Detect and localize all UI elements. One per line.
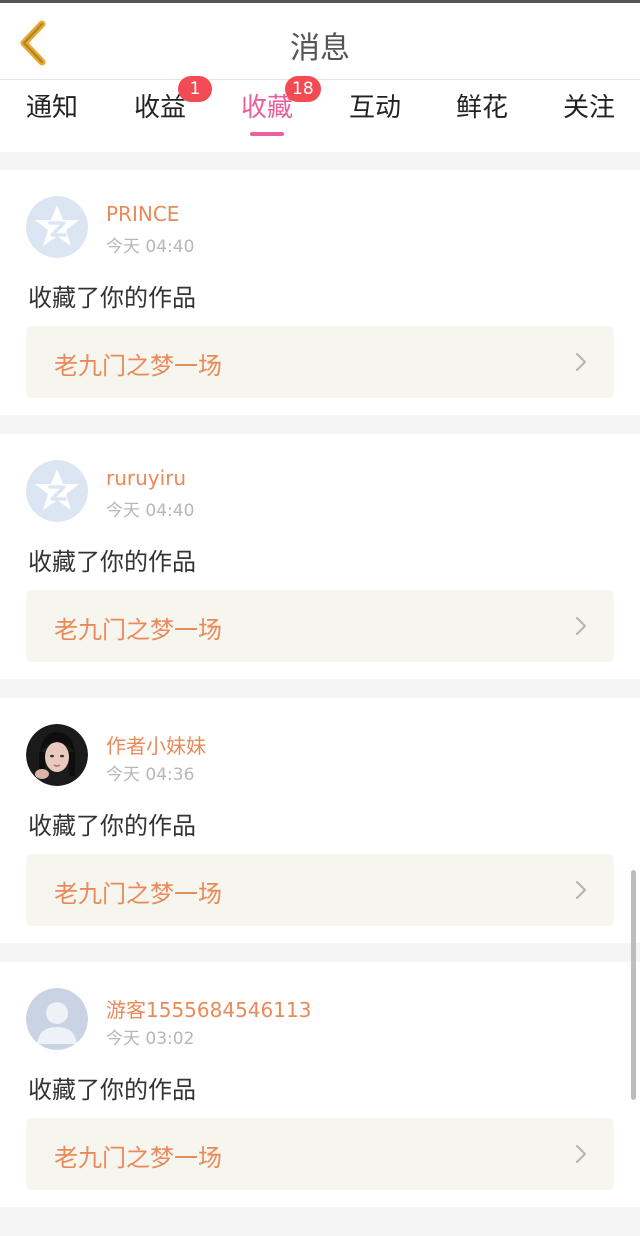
list-item: PRINCE 今天 04:40 收藏了你的作品 老九门之梦一场 (0, 170, 640, 415)
avatar[interactable] (26, 196, 88, 258)
timestamp: 今天 04:40 (106, 501, 195, 521)
work-link[interactable]: 老九门之梦一场 (26, 854, 614, 926)
tab-bar: 通知 收益 1 收藏 18 互动 鲜花 关注 (0, 76, 640, 152)
timestamp: 今天 03:02 (106, 1029, 195, 1049)
work-link[interactable]: 老九门之梦一场 (26, 326, 614, 398)
timestamp: 今天 04:40 (106, 237, 195, 257)
work-link[interactable]: 老九门之梦一场 (26, 590, 614, 662)
user-photo-avatar-icon (26, 724, 88, 786)
page-title: 消息 (290, 31, 350, 66)
activity-text: 收藏了你的作品 (28, 548, 196, 576)
timestamp: 今天 04:36 (106, 765, 195, 785)
unread-badge: 18 (285, 76, 321, 102)
username-link[interactable]: PRINCE (106, 202, 179, 226)
list-item: ruruyiru 今天 04:40 收藏了你的作品 老九门之梦一场 (0, 434, 640, 679)
chevron-right-icon (575, 352, 587, 372)
tab-label: 关注 (563, 93, 616, 123)
work-title: 老九门之梦一场 (54, 880, 222, 908)
unread-badge: 1 (178, 76, 212, 102)
tab-favorites[interactable]: 收藏 18 (241, 76, 321, 144)
list-item: 作者小妹妹 今天 04:36 收藏了你的作品 老九门之梦一场 (0, 698, 640, 943)
tab-label: 通知 (26, 93, 79, 123)
avatar[interactable] (26, 460, 88, 522)
tab-earnings[interactable]: 收益 1 (134, 76, 212, 144)
list-item: 游客1555684546113 今天 03:02 收藏了你的作品 老九门之梦一场 (0, 962, 640, 1207)
chevron-right-icon (575, 1144, 587, 1164)
avatar[interactable] (26, 988, 88, 1050)
chevron-right-icon (575, 616, 587, 636)
tab-label: 鲜花 (456, 93, 509, 123)
tab-follows[interactable]: 关注 (563, 92, 615, 144)
work-link[interactable]: 老九门之梦一场 (26, 1118, 614, 1190)
tab-label: 收益 (134, 93, 187, 123)
username-link[interactable]: 游客1555684546113 (106, 994, 311, 1023)
qq-default-avatar-icon (26, 460, 88, 522)
tab-interactions[interactable]: 互动 (349, 92, 401, 144)
avatar[interactable] (26, 724, 88, 786)
tab-label: 互动 (349, 93, 402, 123)
username-link[interactable]: 作者小妹妹 (106, 730, 206, 759)
username-link[interactable]: ruruyiru (106, 466, 186, 490)
work-title: 老九门之梦一场 (54, 1144, 222, 1172)
qq-default-avatar-icon (26, 196, 88, 258)
active-tab-indicator (250, 132, 284, 136)
scrollbar[interactable] (631, 870, 636, 1100)
chevron-right-icon (575, 880, 587, 900)
activity-text: 收藏了你的作品 (28, 1076, 196, 1104)
top-bar: 消息 (0, 3, 640, 80)
tab-label: 收藏 (241, 93, 294, 123)
work-title: 老九门之梦一场 (54, 616, 222, 644)
work-title: 老九门之梦一场 (54, 352, 222, 380)
activity-text: 收藏了你的作品 (28, 284, 196, 312)
tab-notifications[interactable]: 通知 (26, 92, 78, 144)
guest-default-avatar-icon (26, 988, 88, 1050)
tab-flowers[interactable]: 鲜花 (456, 92, 508, 144)
favorites-feed: PRINCE 今天 04:40 收藏了你的作品 老九门之梦一场 ruruyiru… (0, 170, 640, 1226)
activity-text: 收藏了你的作品 (28, 812, 196, 840)
